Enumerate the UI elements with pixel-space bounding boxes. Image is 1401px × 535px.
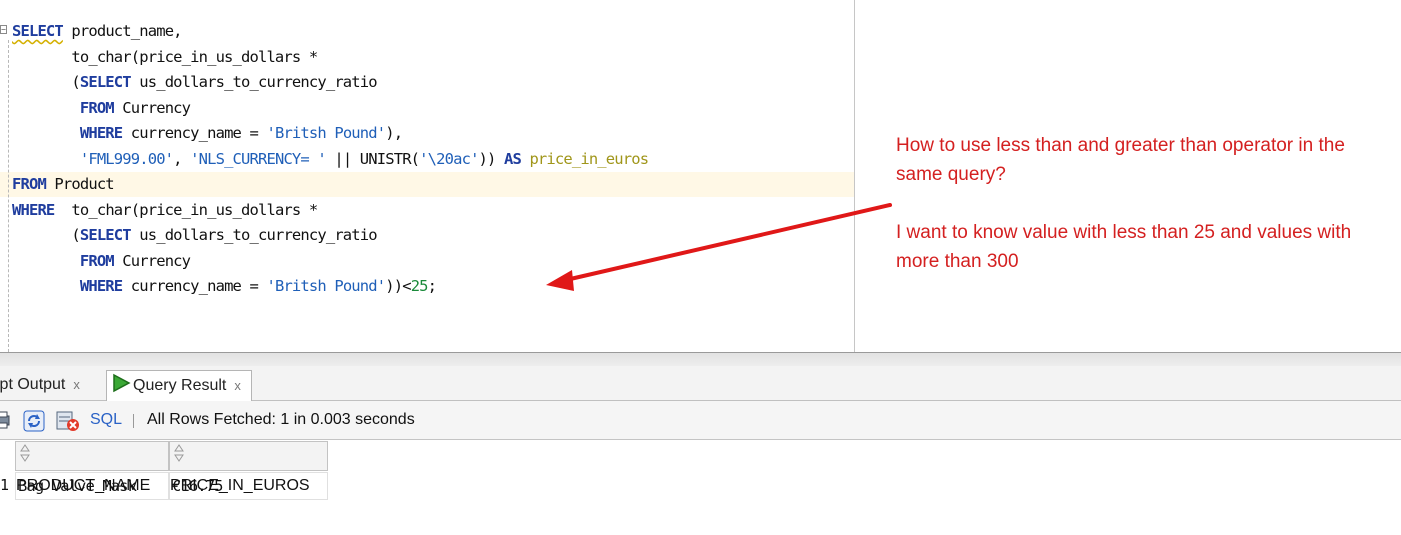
code-token: ( [12,226,80,244]
code-token: 'FML999.00' [79,149,174,168]
close-icon[interactable]: x [73,377,80,392]
code-line[interactable]: 'FML999.00', 'NLS_CURRENCY= ' || UNISTR(… [12,147,649,173]
results-tabs: ipt Output x Query Result x [0,366,1401,401]
table-cell[interactable]: Bag Valve Mask [15,472,169,500]
print-icon[interactable] [0,410,12,435]
sort-icon[interactable] [173,444,185,472]
code-token: ( [12,73,80,91]
code-line[interactable]: FROM Currency [12,96,648,122]
code-line[interactable]: WHERE to_char(price_in_us_dollars * [12,198,648,224]
code-token: WHERE [79,124,123,142]
code-token: us_dollars_to_currency_ratio [130,226,377,244]
code-token: SELECT [79,73,132,91]
play-icon [111,373,131,404]
code-token: 'Britsh Pound' [266,277,386,295]
code-token: currency_name = [122,277,267,295]
fold-toggle-icon[interactable]: − [0,25,7,34]
fold-guide [8,40,9,352]
code-token: '\20ac' [419,149,479,168]
code-token: )) [478,149,504,168]
code-token: 'Britsh Pound' [266,124,386,142]
table-cell[interactable]: €16.75 [169,472,328,500]
row-number[interactable]: 1 [0,472,14,500]
code-token: us_dollars_to_currency_ratio [130,73,377,91]
sql-code[interactable]: SELECT product_name, to_char(price_in_us… [12,19,649,300]
code-line[interactable]: to_char(price_in_us_dollars * [12,45,648,71]
panel-splitter[interactable] [0,352,1401,367]
code-line[interactable]: FROM Product [12,172,648,198]
code-token: FROM [79,251,115,270]
code-token: to_char(price_in_us_dollars * [54,200,318,219]
close-icon[interactable]: x [234,378,241,393]
code-token: 25 [410,277,429,295]
code-token: currency_name = [122,124,267,142]
delete-icon[interactable] [56,410,80,437]
code-token: SELECT [12,22,64,40]
tab-query-result[interactable]: Query Result x [106,370,252,401]
editor-margin-line [854,0,855,352]
toolbar-separator [133,414,134,428]
code-line[interactable]: (SELECT us_dollars_to_currency_ratio [12,223,648,249]
tab-label: Query Result [133,377,227,394]
code-token: price_in_euros [529,149,649,168]
column-header-price-in-euros[interactable]: PRICE_IN_EUROS [169,441,328,494]
code-line[interactable]: FROM Currency [12,249,648,275]
code-token: FROM [12,175,47,193]
fetch-status: All Rows Fetched: 1 in 0.003 seconds [147,411,415,428]
refresh-icon[interactable] [23,410,45,437]
code-token: Product [45,175,114,193]
tab-script-output[interactable]: ipt Output x [0,370,80,400]
sql-link[interactable]: SQL [90,411,122,429]
code-token: || UNISTR( [325,149,420,168]
results-panel: ipt Output x Query Result x SQL All Rows F… [0,352,1401,535]
sql-editor[interactable]: − SELECT product_name, to_char(price_in_… [0,0,855,352]
column-header-product-name[interactable]: PRODUCT_NAME [15,441,169,494]
code-line[interactable]: SELECT product_name, [12,19,648,45]
code-line[interactable]: WHERE currency_name = 'Britsh Pound'))<2… [12,274,648,300]
code-token: Currency [113,251,191,270]
code-token: FROM [79,98,115,117]
sort-icon[interactable] [19,444,31,472]
results-toolbar: SQL All Rows Fetched: 1 in 0.003 seconds [0,401,1401,440]
code-token: ))< [385,277,411,295]
code-token: ), [385,124,403,142]
code-token: AS [504,149,522,168]
code-line[interactable]: (SELECT us_dollars_to_currency_ratio [12,70,648,96]
code-token: ; [427,277,437,295]
code-token: SELECT [79,226,132,244]
code-line[interactable]: WHERE currency_name = 'Britsh Pound'), [12,121,648,147]
code-token: WHERE [12,200,55,219]
tab-label: ipt Output [0,376,66,393]
code-token: product_name, [62,22,182,40]
code-token: Currency [113,98,191,117]
annotation-detail: I want to know value with less than 25 a… [896,222,1352,272]
code-token: to_char(price_in_us_dollars * [12,47,318,66]
code-token: 'NLS_CURRENCY= ' [190,149,327,168]
annotation-question: How to use less than and greater than op… [896,135,1345,185]
code-token: , [173,149,191,168]
code-token: WHERE [79,277,123,295]
